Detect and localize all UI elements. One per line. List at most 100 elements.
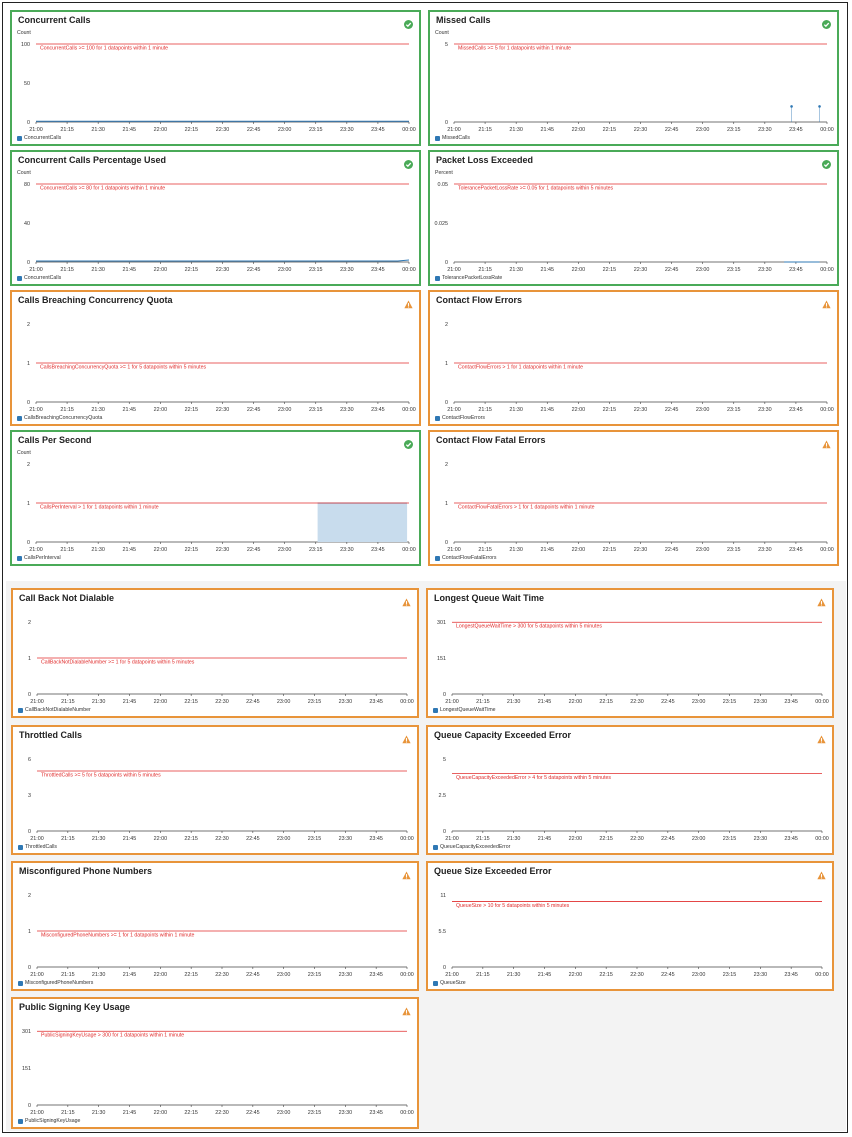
x-tick-label: 23:45	[789, 267, 803, 273]
alarm-chart: 21:00 21:15 21:30 21:45 22:00 22:15 22:30 22:45…	[445, 462, 834, 553]
x-tick-label: 21:00	[447, 127, 461, 133]
x-tick-label: 23:15	[308, 836, 322, 842]
widget-longest-queue-wait-time[interactable]: Longest Queue Wait Time 21:00 21:15 21:30 21…	[426, 588, 834, 718]
x-tick-label: 23:45	[369, 836, 383, 842]
x-tick-label: 23:30	[758, 547, 772, 553]
widget-missed-calls[interactable]: Missed Calls Count 21:00 21:15 21:30 21:45 22:…	[428, 10, 839, 146]
threshold-label: QueueSize > 10 for 5 datapoints within 5…	[456, 903, 570, 909]
x-tick-label: 23:00	[696, 547, 710, 553]
x-tick-label: 23:00	[696, 127, 710, 133]
x-tick-label: 22:45	[246, 836, 259, 842]
y-tick-label: 50	[24, 81, 30, 87]
widget-concurrent-calls[interactable]: Concurrent Calls Count 21:00 21:15 21:30 21:4…	[10, 10, 421, 146]
x-tick-label: 00:00	[400, 836, 414, 842]
x-tick-label: 23:30	[340, 127, 354, 133]
legend-label: CallBackNotDialableNumber	[25, 707, 91, 713]
x-tick-label: 23:30	[758, 267, 772, 273]
x-tick-label: 21:00	[29, 407, 43, 413]
chart-legend[interactable]: ConcurrentCalls	[17, 135, 61, 141]
series-point[interactable]	[818, 105, 821, 108]
legend-label: LongestQueueWaitTime	[440, 707, 496, 713]
y-tick-label: 2	[27, 322, 30, 328]
x-tick-label: 21:30	[92, 972, 106, 978]
x-tick-label: 23:00	[278, 407, 292, 413]
x-tick-label: 21:00	[447, 407, 461, 413]
x-tick-label: 22:15	[185, 547, 199, 553]
x-tick-label: 23:45	[371, 267, 385, 273]
alarm-chart: 21:00 21:15 21:30 21:45 22:00 22:15 22:30 22:45…	[24, 182, 416, 273]
x-tick-label: 23:30	[758, 407, 772, 413]
widget-public-signing-key-usage[interactable]: Public Signing Key Usage 21:00 21:15 21:30 2…	[11, 997, 419, 1129]
y-tick-label: 0	[443, 692, 446, 698]
widget-call-back-not-dialable[interactable]: Call Back Not Dialable 21:00 21:15 21:30 21:…	[11, 588, 419, 718]
x-tick-label: 21:45	[538, 972, 552, 978]
widget-throttled-calls[interactable]: Throttled Calls 21:00 21:15 21:30 21:45 22:00…	[11, 725, 419, 855]
x-tick-label: 23:45	[371, 127, 385, 133]
chart-legend[interactable]: PublicSigningKeyUsage	[18, 1118, 80, 1124]
x-tick-label: 23:00	[277, 1110, 291, 1116]
chart-legend[interactable]: MissedCalls	[435, 135, 470, 141]
chart-legend[interactable]: CallBackNotDialableNumber	[18, 707, 91, 713]
x-tick-label: 21:00	[445, 699, 459, 705]
x-tick-label: 22:15	[599, 836, 613, 842]
x-tick-label: 21:15	[478, 407, 492, 413]
widget-contact-flow-errors[interactable]: Contact Flow Errors 21:00 21:15 21:30 21:45 2…	[428, 290, 839, 426]
x-tick-label: 21:15	[478, 127, 492, 133]
chart-legend[interactable]: ThrottledCalls	[18, 844, 57, 850]
y-tick-label: 0	[443, 965, 446, 971]
x-tick-label: 23:30	[754, 972, 768, 978]
y-tick-label: 0	[28, 692, 31, 698]
y-tick-label: 0	[28, 965, 31, 971]
alarm-chart: 21:00 21:15 21:30 21:45 22:00 22:15 22:30 22:45…	[27, 322, 416, 413]
x-tick-label: 21:00	[445, 836, 459, 842]
x-tick-label: 23:45	[371, 407, 385, 413]
chart-legend[interactable]: LongestQueueWaitTime	[433, 707, 496, 713]
x-tick-label: 22:30	[634, 127, 648, 133]
chart-legend[interactable]: MisconfiguredPhoneNumbers	[18, 980, 93, 986]
alarm-chart: 21:00 21:15 21:30 21:45 22:00 22:15 22:30 22:45…	[28, 620, 414, 705]
x-tick-label: 21:15	[61, 972, 75, 978]
widget-calls-breaching-concurrency-quota[interactable]: Calls Breaching Concurrency Quota 21:00 21…	[10, 290, 421, 426]
chart-legend[interactable]: QueueCapacityExceededError	[433, 844, 510, 850]
y-tick-label: 6	[28, 757, 31, 763]
x-tick-label: 22:30	[215, 1110, 229, 1116]
x-tick-label: 23:15	[309, 407, 323, 413]
chart-legend[interactable]: QueueSize	[433, 980, 466, 986]
widget-queue-capacity-exceeded-error[interactable]: Queue Capacity Exceeded Error 21:00 21:15 2…	[426, 725, 834, 855]
chart-legend[interactable]: TolerancePacketLossRate	[435, 275, 502, 281]
x-tick-label: 22:45	[246, 972, 259, 978]
series-point[interactable]	[790, 105, 793, 108]
x-tick-label: 22:45	[665, 127, 679, 133]
chart-legend[interactable]: ConcurrentCalls	[17, 275, 61, 281]
y-tick-label: 2	[445, 462, 448, 468]
legend-swatch	[17, 275, 22, 281]
legend-swatch	[435, 275, 440, 281]
x-tick-label: 22:00	[154, 127, 168, 133]
chart-legend[interactable]: CallsBreachingConcurrencyQuota	[17, 415, 102, 421]
x-tick-label: 00:00	[820, 267, 834, 273]
x-tick-label: 23:45	[371, 547, 385, 553]
legend-swatch	[435, 135, 440, 141]
y-tick-label: 1	[445, 361, 448, 367]
widget-concurrent-calls-percentage-used[interactable]: Concurrent Calls Percentage Used Count 21:…	[10, 150, 421, 286]
widget-misconfigured-phone-numbers[interactable]: Misconfigured Phone Numbers 21:00 21:15 21:…	[11, 861, 419, 991]
x-tick-label: 23:15	[309, 127, 323, 133]
legend-label: CallsBreachingConcurrencyQuota	[24, 415, 103, 421]
x-tick-label: 22:00	[572, 267, 586, 273]
chart-legend[interactable]: ContactFlowFatalErrors	[435, 555, 496, 561]
widget-queue-size-exceeded-error[interactable]: Queue Size Exceeded Error 21:00 21:15 21:30…	[426, 861, 834, 991]
legend-swatch	[18, 980, 23, 986]
x-tick-label: 23:15	[309, 547, 323, 553]
chart-legend[interactable]: CallsPerInterval	[17, 555, 61, 561]
widget-calls-per-second[interactable]: Calls Per Second Count 21:00 21:15 21:30 21:4…	[10, 430, 421, 566]
x-tick-label: 21:45	[123, 547, 137, 553]
alarm-chart: 21:00 21:15 21:30 21:45 22:00 22:15 22:30 22:45…	[21, 42, 416, 133]
chart-legend[interactable]: ContactFlowErrors	[435, 415, 485, 421]
x-tick-label: 22:45	[247, 547, 260, 553]
legend-swatch	[17, 135, 22, 141]
y-tick-label: 0.05	[438, 182, 449, 188]
widget-contact-flow-fatal-errors[interactable]: Contact Flow Fatal Errors 21:00 21:15 21:30…	[428, 430, 839, 566]
widget-packet-loss-exceeded[interactable]: Packet Loss Exceeded Percent 21:00 21:15 21:…	[428, 150, 839, 286]
x-tick-label: 23:15	[723, 836, 737, 842]
x-tick-label: 22:45	[246, 1110, 259, 1116]
